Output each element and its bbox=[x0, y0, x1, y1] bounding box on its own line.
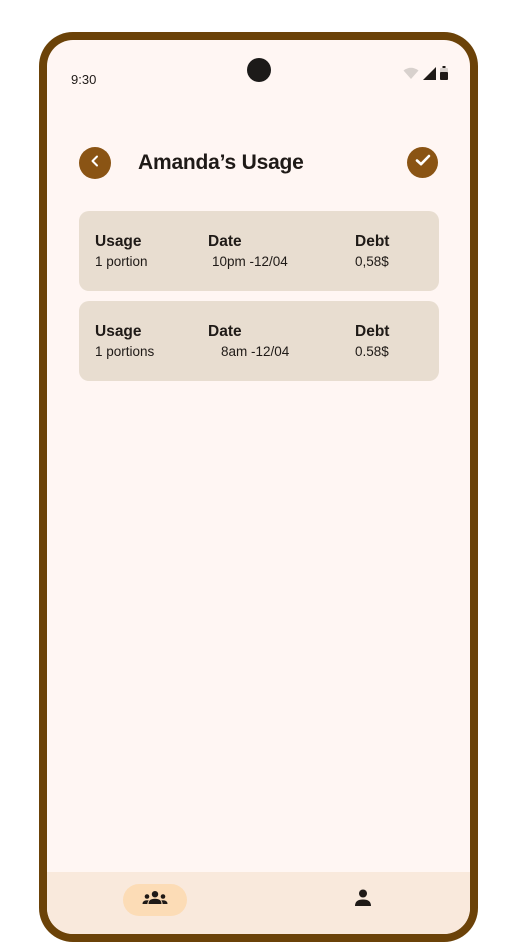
date-label: Date bbox=[208, 323, 242, 340]
debt-value: 0,58$ bbox=[355, 254, 389, 269]
date-label: Date bbox=[208, 233, 242, 250]
camera-cutout bbox=[247, 58, 271, 82]
status-icons bbox=[403, 66, 448, 85]
usage-value: 1 portions bbox=[95, 344, 155, 359]
usage-label: Usage bbox=[95, 323, 142, 340]
debt-label: Debt bbox=[355, 323, 390, 340]
status-time: 9:30 bbox=[71, 72, 97, 87]
debt-value: 0.58$ bbox=[355, 344, 389, 359]
page-title: Amanda’s Usage bbox=[138, 151, 304, 174]
usage-value: 1 portion bbox=[95, 254, 148, 269]
battery-icon bbox=[440, 66, 448, 85]
usage-card[interactable]: Usage 1 portion Date 10pm -12/04 Debt 0,… bbox=[79, 211, 439, 291]
confirm-button[interactable] bbox=[407, 147, 438, 178]
groups-icon bbox=[142, 890, 168, 911]
usage-list: Usage 1 portion Date 10pm -12/04 Debt 0,… bbox=[79, 211, 439, 391]
debt-column: Debt 0.58$ bbox=[355, 323, 389, 360]
app-screen: 9:30 Amanda’s Usage Usage 1 portion Date… bbox=[47, 40, 470, 934]
usage-label: Usage bbox=[95, 233, 142, 250]
signal-icon bbox=[423, 66, 436, 85]
date-column: Date 10pm -12/04 bbox=[208, 233, 288, 270]
date-value: 8am -12/04 bbox=[221, 344, 290, 359]
usage-column: Usage 1 portion bbox=[95, 233, 148, 270]
usage-card[interactable]: Usage 1 portions Date 8am -12/04 Debt 0.… bbox=[79, 301, 439, 381]
nav-profile-tab[interactable] bbox=[347, 884, 379, 916]
usage-column: Usage 1 portions bbox=[95, 323, 154, 360]
wifi-icon bbox=[403, 67, 419, 85]
debt-column: Debt 0,58$ bbox=[355, 233, 389, 270]
person-icon bbox=[355, 889, 371, 911]
page-header: Amanda’s Usage bbox=[79, 146, 438, 180]
check-icon bbox=[415, 153, 431, 172]
bottom-navigation bbox=[47, 872, 470, 934]
back-button[interactable] bbox=[79, 147, 111, 179]
date-column: Date 8am -12/04 bbox=[208, 323, 289, 360]
debt-label: Debt bbox=[355, 233, 390, 250]
phone-frame: 9:30 Amanda’s Usage Usage 1 portion Date… bbox=[39, 32, 478, 942]
nav-groups-tab[interactable] bbox=[123, 884, 187, 916]
chevron-left-icon bbox=[88, 154, 102, 173]
date-value: 10pm -12/04 bbox=[212, 254, 288, 269]
